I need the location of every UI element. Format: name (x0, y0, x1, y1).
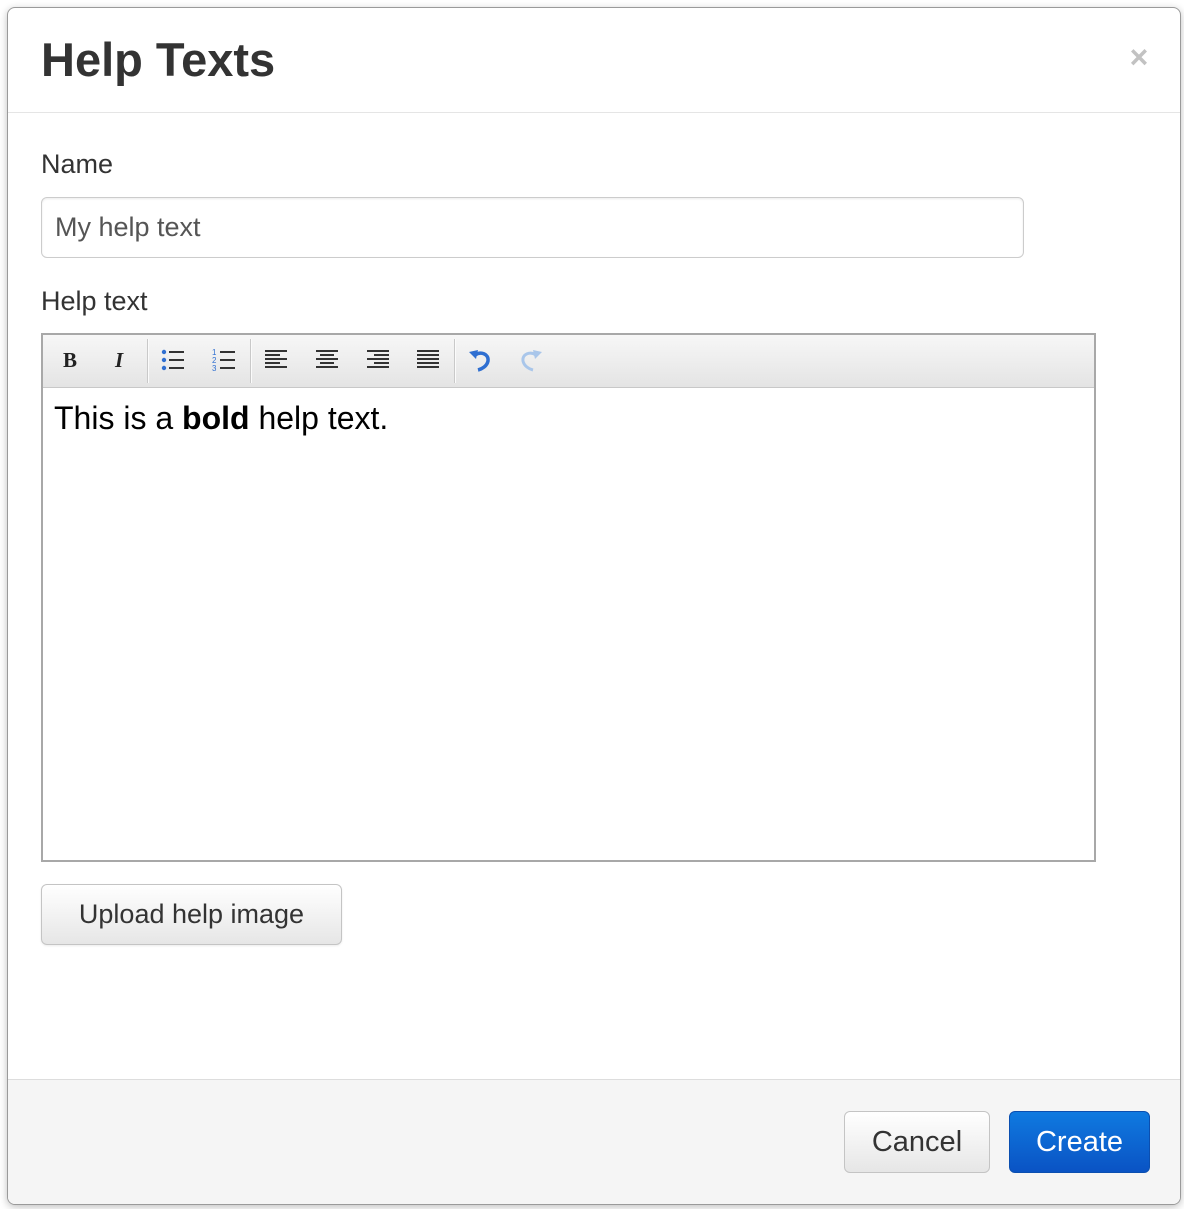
dialog-footer: Cancel Create (8, 1079, 1180, 1204)
svg-text:3: 3 (212, 364, 217, 373)
italic-icon[interactable]: I (101, 341, 139, 379)
undo-icon[interactable] (461, 341, 499, 379)
svg-text:B: B (63, 348, 77, 372)
bullet-list-icon[interactable] (154, 341, 192, 379)
justify-icon[interactable] (409, 341, 447, 379)
editor-text-after: help text. (249, 400, 389, 436)
toolbar-separator (250, 339, 252, 383)
name-input[interactable] (41, 197, 1024, 258)
numbered-list-icon[interactable]: 1 2 3 (205, 341, 243, 379)
help-texts-dialog: Help Texts × Name Help text B I (7, 7, 1181, 1205)
svg-text:I: I (114, 348, 124, 372)
create-button[interactable]: Create (1009, 1111, 1150, 1173)
cancel-button[interactable]: Cancel (844, 1111, 990, 1173)
help-text-label: Help text (41, 286, 148, 316)
toolbar-separator (454, 339, 456, 383)
upload-help-image-button[interactable]: Upload help image (41, 884, 342, 945)
editor-text-before: This is a (54, 400, 183, 436)
toolbar-separator (147, 339, 149, 383)
name-label: Name (41, 149, 114, 179)
align-right-icon[interactable] (359, 341, 397, 379)
close-icon[interactable]: × (1124, 41, 1154, 73)
help-text-editor: B I 1 2 3 This is a bold help text. (41, 333, 1096, 862)
dialog-header: Help Texts × (8, 8, 1180, 113)
bold-icon[interactable]: B (51, 341, 89, 379)
editor-toolbar: B I 1 2 3 (43, 335, 1094, 388)
align-left-icon[interactable] (257, 341, 295, 379)
align-center-icon[interactable] (308, 341, 346, 379)
editor-content[interactable]: This is a bold help text. (43, 388, 1094, 860)
editor-text-bold: bold (182, 400, 250, 436)
redo-icon[interactable] (512, 341, 550, 379)
dialog-title: Help Texts (41, 33, 276, 86)
